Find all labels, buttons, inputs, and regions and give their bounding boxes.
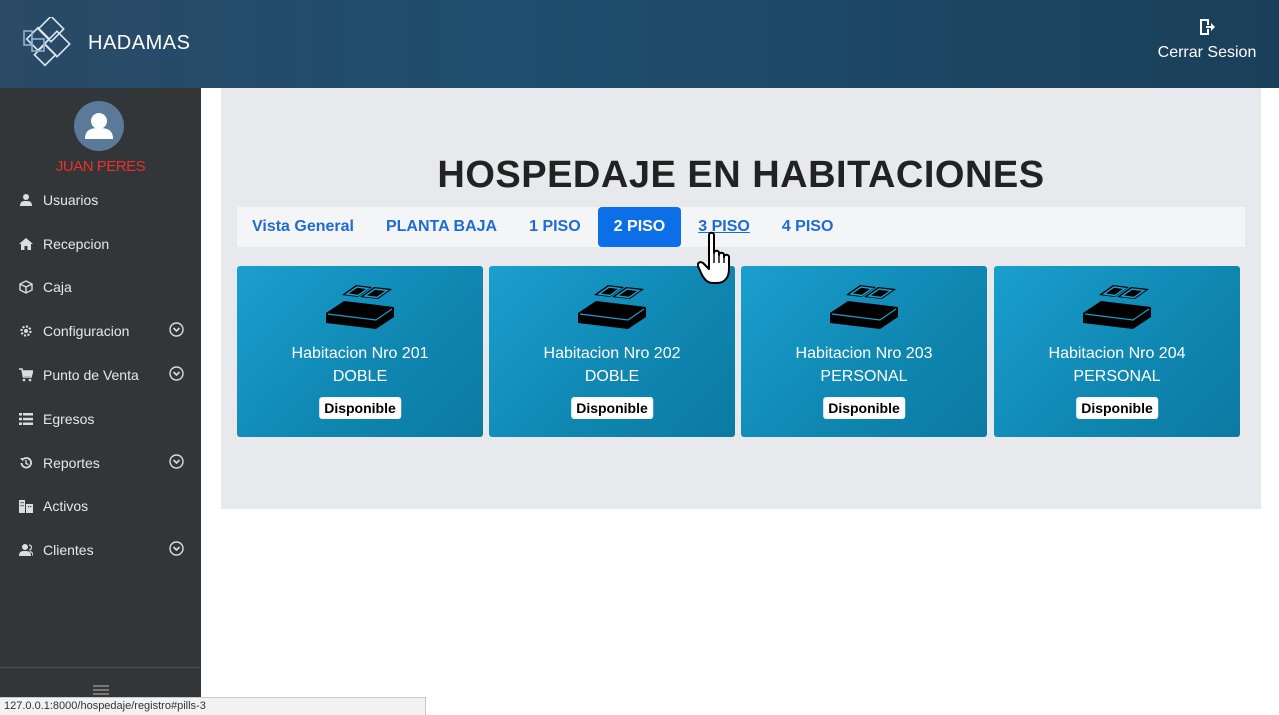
status-badge: Disponible xyxy=(571,397,653,419)
room-name: Habitacion Nro 203 xyxy=(795,345,933,362)
room-card[interactable]: Habitacion Nro 202 DOBLE Disponible xyxy=(489,266,735,437)
room-card[interactable]: Habitacion Nro 203 PERSONAL Disponible xyxy=(741,266,987,437)
status-badge: Disponible xyxy=(1076,397,1158,419)
sidebar-item-label: Reportes xyxy=(43,454,100,471)
hamburger-icon[interactable] xyxy=(93,685,109,695)
chevron-down-icon[interactable] xyxy=(169,366,184,381)
logout-button[interactable]: Cerrar Sesion xyxy=(1157,18,1257,62)
user-icon xyxy=(20,193,32,206)
logout-label: Cerrar Sesion xyxy=(1157,44,1257,61)
tab-1-piso[interactable]: 1 PISO xyxy=(513,207,597,247)
room-type: DOBLE xyxy=(584,368,640,385)
bed-icon xyxy=(326,285,394,329)
top-header: HADAMAS Cerrar Sesion xyxy=(0,0,1279,88)
chevron-down-icon[interactable] xyxy=(169,454,184,469)
diamond-logo-icon xyxy=(23,17,71,67)
sidebar-item-label: Recepcion xyxy=(43,235,110,252)
sidebar-item-reportes[interactable]: Reportes xyxy=(0,441,201,485)
sidebar-item-usuarios[interactable]: Usuarios xyxy=(0,178,201,222)
chevron-down-icon[interactable] xyxy=(169,322,184,338)
sidebar-item-label: Punto de Venta xyxy=(43,367,139,384)
sidebar: JUAN PERES Usuarios Recepcion Caja Confi… xyxy=(0,88,201,715)
brand-name: HADAMAS xyxy=(88,31,191,54)
sidebar-item-punto-de-venta[interactable]: Punto de Venta xyxy=(0,353,201,397)
user-name: JUAN PERES xyxy=(55,158,146,175)
sidebar-item-label: Caja xyxy=(43,279,72,296)
tab-4-piso[interactable]: 4 PISO xyxy=(766,207,850,247)
browser-status-url: 127.0.0.1:8000/hospedaje/registro#pills-… xyxy=(0,697,426,715)
sidebar-item-label: Clientes xyxy=(43,542,94,559)
room-name: Habitacion Nro 202 xyxy=(543,345,681,362)
sidebar-item-egresos[interactable]: Egresos xyxy=(0,397,201,441)
sign-out-icon xyxy=(1200,19,1215,35)
page-title: HOSPEDAJE EN HABITACIONES xyxy=(437,154,1045,196)
room-card[interactable]: Habitacion Nro 201 DOBLE Disponible xyxy=(237,266,483,437)
chevron-down-icon[interactable] xyxy=(169,541,184,557)
bed-icon xyxy=(830,285,898,329)
sidebar-item-label: Usuarios xyxy=(43,191,99,208)
status-badge: Disponible xyxy=(823,397,905,419)
home-icon xyxy=(19,237,33,250)
brand[interactable]: HADAMAS xyxy=(22,17,191,68)
cart-icon xyxy=(19,368,33,382)
sidebar-item-caja[interactable]: Caja xyxy=(0,266,201,310)
bed-icon xyxy=(578,285,646,329)
sidebar-item-configuracion[interactable]: Configuracion xyxy=(0,309,201,353)
hand-pointer-icon xyxy=(697,231,730,284)
room-type: PERSONAL xyxy=(820,368,908,385)
sidebar-item-activos[interactable]: Activos xyxy=(0,485,201,529)
tab-vista-general[interactable]: Vista General xyxy=(252,207,370,247)
room-name: Habitacion Nro 204 xyxy=(1048,345,1186,362)
bed-icon xyxy=(1083,285,1151,329)
room-type: PERSONAL xyxy=(1073,368,1161,385)
status-badge: Disponible xyxy=(319,397,401,419)
room-card[interactable]: Habitacion Nro 204 PERSONAL Disponible xyxy=(994,266,1240,437)
users-icon xyxy=(19,544,33,557)
gear-icon xyxy=(20,325,32,337)
tab-2-piso[interactable]: 2 PISO xyxy=(597,207,682,247)
tab-planta-baja[interactable]: PLANTA BAJA xyxy=(370,207,513,247)
user-avatar-icon[interactable] xyxy=(74,101,124,151)
sidebar-item-label: Configuracion xyxy=(43,323,130,340)
sidebar-menu: Usuarios Recepcion Caja Configuracion Pu… xyxy=(0,178,201,572)
main-panel: HOSPEDAJE EN HABITACIONES Vista General … xyxy=(221,88,1261,509)
cube-icon xyxy=(19,280,33,295)
room-type: DOBLE xyxy=(332,368,388,385)
sidebar-item-label: Egresos xyxy=(43,410,95,427)
room-name: Habitacion Nro 201 xyxy=(291,345,429,362)
building-icon xyxy=(19,500,33,514)
room-cards: Habitacion Nro 201 DOBLE Disponible Habi… xyxy=(237,266,1245,437)
sidebar-item-recepcion[interactable]: Recepcion xyxy=(0,222,201,266)
history-icon xyxy=(20,456,32,469)
sidebar-item-clientes[interactable]: Clientes xyxy=(0,528,201,572)
list-icon xyxy=(19,412,33,425)
sidebar-item-label: Activos xyxy=(43,498,89,515)
